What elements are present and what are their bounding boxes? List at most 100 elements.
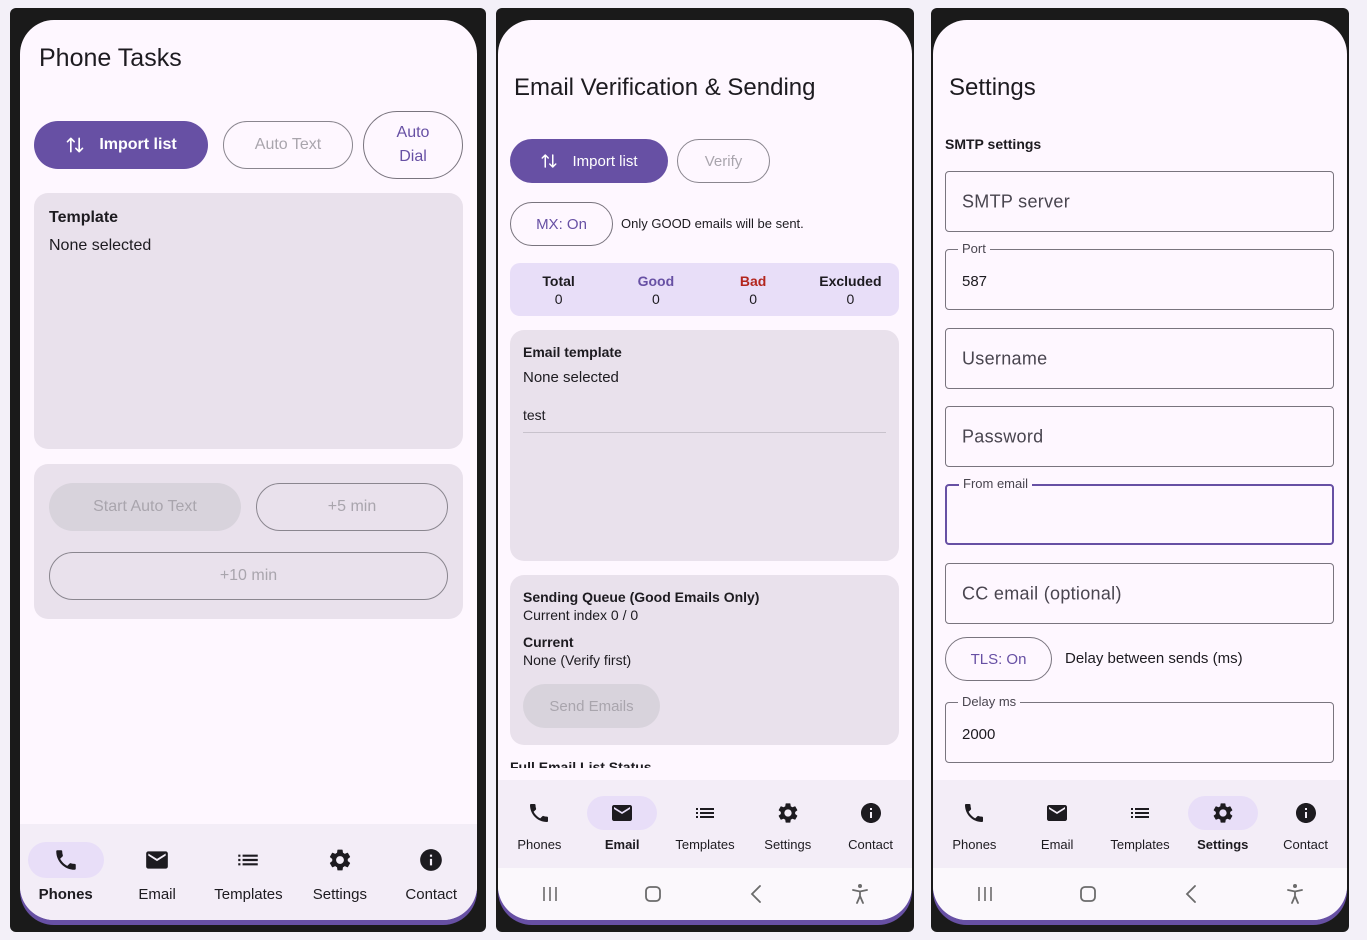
auto-dial-button[interactable]: Auto Dial (363, 111, 463, 179)
nav-templates-label: Templates (1110, 837, 1170, 852)
stat-value: 0 (846, 291, 855, 307)
nav-settings[interactable]: Settings (300, 842, 380, 920)
username-field[interactable]: Username (945, 328, 1334, 389)
nav-contact-label: Contact (848, 837, 893, 852)
nav-contact[interactable]: Contact (391, 842, 471, 920)
nav-phones[interactable]: Phones (26, 842, 106, 920)
list-icon (1128, 801, 1152, 825)
port-field[interactable]: Port 587 (945, 241, 1334, 310)
nav-templates[interactable]: Templates (208, 842, 288, 920)
current-value: None (Verify first) (523, 652, 632, 668)
stat-label: Good (637, 273, 675, 289)
from-email-label: From email (959, 476, 1033, 491)
system-nav-bar (933, 868, 1347, 920)
nav-phones-label: Phones (517, 837, 562, 852)
username-placeholder: Username (962, 348, 1048, 368)
nav-phones[interactable]: Phones (934, 796, 1014, 868)
plus-5-min-button[interactable]: +5 min (256, 483, 448, 531)
password-field[interactable]: Password (945, 406, 1334, 467)
send-emails-button[interactable]: Send Emails (523, 684, 660, 728)
nav-settings-label: Settings (1197, 837, 1249, 852)
bottom-nav: Phones Email Templates Settings Contact (20, 824, 477, 920)
port-label: Port (958, 241, 990, 256)
stat-value: 0 (651, 291, 660, 307)
page-title: Email Verification & Sending (514, 74, 816, 101)
stat-bad: Bad 0 (705, 272, 802, 308)
nav-email[interactable]: Email (1017, 796, 1097, 868)
template-list-item[interactable]: test (523, 407, 546, 423)
recents-icon[interactable] (973, 882, 997, 906)
phones-screen: Phone Tasks Import list Auto Text Auto D… (20, 20, 477, 920)
list-icon (235, 847, 261, 873)
email-stats-card: Total 0 Good 0 Bad 0 Excluded 0 (510, 263, 899, 316)
nav-settings-label: Settings (312, 886, 367, 903)
nav-phones[interactable]: Phones (499, 796, 579, 868)
nav-contact[interactable]: Contact (831, 796, 911, 868)
page-title: Phone Tasks (39, 44, 182, 72)
template-label: Template (49, 209, 119, 226)
auto-dial-label-line1: Auto (396, 124, 430, 141)
mail-icon (144, 847, 170, 873)
template-card[interactable]: Template None selected (34, 193, 463, 449)
plus-10-min-button[interactable]: +10 min (49, 552, 448, 600)
cc-email-field[interactable]: CC email (optional) (945, 563, 1334, 624)
port-value: 587 (962, 272, 988, 290)
nav-settings[interactable]: Settings (1183, 796, 1263, 868)
phone-icon (53, 847, 79, 873)
smtp-server-field[interactable]: SMTP server (945, 171, 1334, 232)
import-list-button[interactable]: Import list (34, 121, 208, 169)
email-screen: Email Verification & Sending Import list… (498, 20, 912, 920)
email-template-card[interactable]: Email template None selected test (510, 330, 899, 561)
start-auto-text-button[interactable]: Start Auto Text (49, 483, 241, 531)
swap-vertical-icon (540, 151, 558, 171)
mail-icon (610, 801, 634, 825)
nav-email-label: Email (1040, 837, 1074, 852)
info-icon (859, 801, 883, 825)
accessibility-icon[interactable] (848, 882, 872, 906)
home-icon[interactable] (641, 882, 665, 906)
home-icon[interactable] (1076, 882, 1100, 906)
stat-label: Total (542, 273, 575, 289)
back-icon[interactable] (745, 882, 769, 906)
nav-contact[interactable]: Contact (1266, 796, 1346, 868)
phone-icon (962, 801, 986, 825)
auto-text-button[interactable]: Auto Text (223, 121, 353, 169)
sending-queue-label: Sending Queue (Good Emails Only) (523, 589, 760, 605)
recents-icon[interactable] (538, 882, 562, 906)
from-email-field[interactable]: From email (945, 476, 1334, 545)
nav-email-label: Email (138, 886, 176, 903)
nav-templates-label: Templates (675, 837, 735, 852)
email-template-value: None selected (523, 369, 619, 386)
gear-icon (1211, 801, 1235, 825)
accessibility-icon[interactable] (1283, 882, 1307, 906)
template-value: None selected (49, 237, 152, 254)
nav-email[interactable]: Email (582, 796, 662, 868)
nav-templates[interactable]: Templates (1100, 796, 1180, 868)
delay-field[interactable]: Delay ms 2000 (945, 694, 1334, 763)
bottom-nav: Phones Email Templates Settings Contact (933, 780, 1347, 868)
stat-value: 0 (554, 291, 563, 307)
import-list-button[interactable]: Import list (510, 139, 668, 183)
stat-excluded: Excluded 0 (802, 272, 899, 308)
nav-templates-label: Templates (214, 886, 283, 903)
verify-button[interactable]: Verify (677, 139, 770, 183)
nav-templates[interactable]: Templates (665, 796, 745, 868)
gear-icon (776, 801, 800, 825)
nav-email[interactable]: Email (117, 842, 197, 920)
mx-toggle-button[interactable]: MX: On (510, 202, 613, 246)
nav-phones-label: Phones (38, 886, 93, 903)
stats-row: Total 0 Good 0 Bad 0 Excluded 0 (510, 272, 899, 308)
auto-dial-label-line2: Dial (399, 148, 427, 165)
tls-toggle-button[interactable]: TLS: On (945, 637, 1052, 681)
back-icon[interactable] (1180, 882, 1204, 906)
settings-screen: Settings SMTP settings SMTP server Port … (933, 20, 1347, 920)
bottom-nav: Phones Email Templates Settings Contact (498, 780, 912, 868)
smtp-server-placeholder: SMTP server (962, 191, 1070, 211)
stat-good: Good 0 (607, 272, 704, 308)
import-list-label: Import list (572, 152, 638, 170)
current-index: Current index 0 / 0 (523, 607, 639, 623)
stat-value: 0 (749, 291, 758, 307)
list-icon (693, 801, 717, 825)
nav-settings[interactable]: Settings (748, 796, 828, 868)
nav-contact-label: Contact (1283, 837, 1328, 852)
